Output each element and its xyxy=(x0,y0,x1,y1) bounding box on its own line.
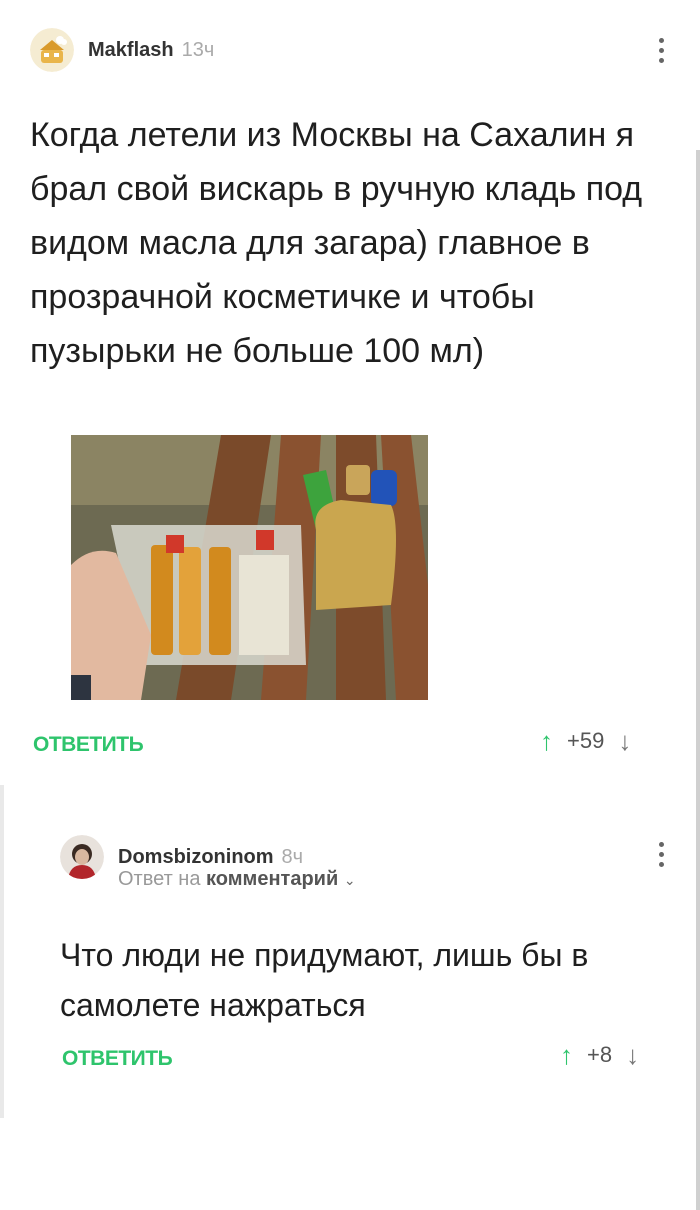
arrow-down-icon[interactable]: ↓ xyxy=(618,728,631,754)
score: +59 xyxy=(567,728,605,753)
reply-to-target[interactable]: комментарий xyxy=(206,868,338,890)
thread-line xyxy=(0,785,4,1118)
reply-button[interactable]: ОТВЕТИТЬ xyxy=(33,733,144,757)
scrollbar[interactable] xyxy=(696,150,700,1210)
reply-to-link[interactable]: Ответ на комментарий ⌄ xyxy=(118,868,356,891)
vote-controls: ↑ +8 ↓ xyxy=(560,1042,639,1068)
author-name[interactable]: Makflash xyxy=(88,39,174,62)
timestamp: 8ч xyxy=(281,845,304,868)
timestamp: 13ч xyxy=(181,38,215,61)
reply-button[interactable]: ОТВЕТИТЬ xyxy=(62,1047,173,1071)
vote-controls: ↑ +59 ↓ xyxy=(540,728,631,754)
comment-text: Что люди не придумают, лишь бы в самолет… xyxy=(60,937,589,1023)
comment-photo[interactable] xyxy=(71,435,428,700)
arrow-up-icon[interactable]: ↑ xyxy=(560,1042,573,1068)
more-vertical-icon[interactable] xyxy=(656,38,666,63)
avatar[interactable] xyxy=(60,835,104,879)
comment-text: Когда летели из Москвы на Сахалин я брал… xyxy=(30,116,643,370)
comment-header: Makflash 13ч xyxy=(30,28,214,72)
chevron-down-icon[interactable]: ⌄ xyxy=(344,872,356,888)
reply-to-prefix: Ответ на xyxy=(118,868,201,890)
more-vertical-icon[interactable] xyxy=(656,842,666,867)
arrow-up-icon[interactable]: ↑ xyxy=(540,728,553,754)
author-name[interactable]: Domsbizoninom xyxy=(118,846,274,869)
score: +8 xyxy=(587,1042,613,1067)
avatar[interactable] xyxy=(30,28,74,72)
arrow-down-icon[interactable]: ↓ xyxy=(626,1042,639,1068)
